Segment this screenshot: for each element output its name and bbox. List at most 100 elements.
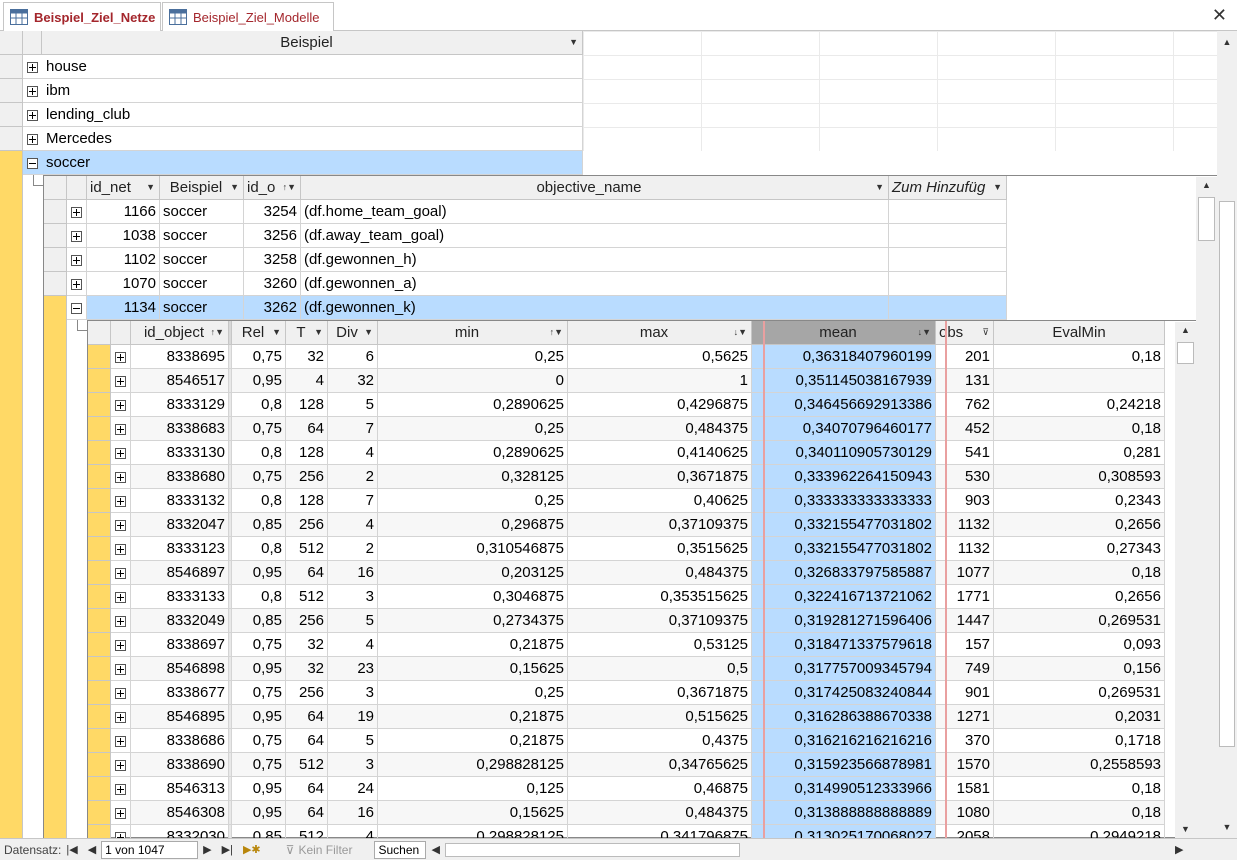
filter-status[interactable]: Kein Filter (298, 843, 352, 857)
sort-ascending-icon[interactable]: ↑▼ (283, 176, 296, 199)
column-header-rel[interactable]: Rel ▼ (232, 321, 286, 345)
dropdown-arrow-icon[interactable]: ▼ (272, 321, 281, 344)
expand-toggle[interactable] (111, 657, 131, 681)
column-header-evalmin[interactable]: EvalMin (994, 321, 1165, 345)
column-header-obs[interactable]: obs ⊽ (936, 321, 994, 345)
table-row[interactable]: 1102 soccer 3258 (df.gewonnen_h) (44, 248, 1007, 272)
expand-toggle[interactable] (111, 489, 131, 513)
expand-toggle[interactable] (111, 777, 131, 801)
record-selector[interactable] (44, 224, 67, 248)
table-row[interactable]: 8333129 0,8 128 5 0,2890625 0,4296875 0,346456… (88, 393, 1165, 417)
table-row[interactable]: house (0, 55, 583, 79)
expand-icon[interactable] (27, 61, 38, 73)
collapse-icon[interactable] (71, 302, 82, 314)
record-selector[interactable] (44, 248, 67, 272)
table-row[interactable]: 8546897 0,95 64 16 0,203125 0,484375 0,3268337… (88, 561, 1165, 585)
sort-icon[interactable]: ↑▼ (211, 321, 224, 344)
expand-toggle[interactable] (23, 79, 43, 103)
add-new-cell[interactable] (889, 296, 1007, 320)
dropdown-arrow-icon[interactable]: ▼ (314, 321, 323, 344)
expand-toggle[interactable] (111, 633, 131, 657)
record-selector[interactable] (44, 272, 67, 296)
table-row[interactable]: 8333123 0,8 512 2 0,310546875 0,3515625 0,3321… (88, 537, 1165, 561)
filter-icon[interactable]: ⊽ (982, 321, 989, 344)
column-header-max[interactable]: max ↓▼ (568, 321, 752, 345)
expand-icon[interactable] (27, 85, 38, 97)
expand-toggle[interactable] (111, 561, 131, 585)
table-row[interactable]: 8338680 0,75 256 2 0,328125 0,3671875 0,333962… (88, 465, 1165, 489)
table-row[interactable]: 8332049 0,85 256 5 0,2734375 0,37109375 0,3192… (88, 609, 1165, 633)
dropdown-arrow-icon[interactable]: ▼ (569, 31, 578, 54)
table-row[interactable]: 8546313 0,95 64 24 0,125 0,46875 0,31499051233… (88, 777, 1165, 801)
expand-toggle[interactable] (111, 465, 131, 489)
tab-beispiel-ziel-modelle[interactable]: Beispiel_Ziel_Modelle (162, 2, 334, 31)
record-selector[interactable] (88, 393, 111, 417)
table-row[interactable]: 8338697 0,75 32 4 0,21875 0,53125 0,3184713375… (88, 633, 1165, 657)
expand-toggle[interactable] (67, 272, 87, 296)
expand-icon[interactable] (115, 783, 126, 795)
expand-icon[interactable] (115, 519, 126, 531)
table-row[interactable]: Mercedes (0, 127, 583, 151)
table-row[interactable]: 8338677 0,75 256 3 0,25 0,3671875 0,3174250832… (88, 681, 1165, 705)
expand-toggle[interactable] (111, 705, 131, 729)
expand-icon[interactable] (115, 351, 126, 363)
expand-icon[interactable] (115, 735, 126, 747)
record-selector[interactable] (44, 200, 67, 224)
record-selector[interactable] (88, 729, 111, 753)
column-header-t[interactable]: T ▼ (286, 321, 328, 345)
expand-toggle[interactable] (111, 609, 131, 633)
column-header-div[interactable]: Div ▼ (328, 321, 378, 345)
column-header-mean[interactable]: mean ↓▼ (752, 321, 936, 345)
expand-icon[interactable] (115, 543, 126, 555)
sort-descending-icon[interactable]: ↓▼ (918, 321, 931, 344)
expand-toggle[interactable] (111, 585, 131, 609)
expand-icon[interactable] (115, 495, 126, 507)
expand-icon[interactable] (115, 591, 126, 603)
record-selector[interactable] (88, 561, 111, 585)
scroll-down-icon[interactable]: ▼ (1217, 819, 1237, 836)
first-record-icon[interactable]: |◀ (66, 843, 77, 856)
scroll-thumb[interactable] (1177, 342, 1194, 364)
record-selector[interactable] (88, 657, 111, 681)
record-selector[interactable] (88, 417, 111, 441)
column-header-add-new[interactable]: Zum Hinzufüg ▼ (889, 176, 1007, 200)
expand-toggle[interactable] (111, 345, 131, 369)
main-vertical-scrollbar[interactable]: ▲ ▼ (1217, 31, 1237, 838)
column-header-id-o[interactable]: id_o ↑▼ (244, 176, 301, 200)
scroll-thumb[interactable] (1219, 201, 1235, 747)
dropdown-arrow-icon[interactable]: ▼ (993, 176, 1002, 199)
record-selector-current[interactable] (0, 151, 23, 838)
table-row[interactable]: 8338683 0,75 64 7 0,25 0,484375 0,340707964601… (88, 417, 1165, 441)
dropdown-arrow-icon[interactable]: ▼ (146, 176, 155, 199)
expand-icon[interactable] (115, 663, 126, 675)
add-new-cell[interactable] (889, 248, 1007, 272)
expand-icon[interactable] (115, 711, 126, 723)
last-record-icon[interactable]: ▶| (222, 843, 233, 856)
dropdown-arrow-icon[interactable]: ▼ (230, 176, 239, 199)
add-new-cell[interactable] (889, 272, 1007, 296)
expand-icon[interactable] (115, 759, 126, 771)
add-new-cell[interactable] (889, 224, 1007, 248)
column-header-beispiel[interactable]: Beispiel ▼ (42, 31, 583, 55)
record-selector[interactable] (88, 753, 111, 777)
add-new-cell[interactable] (889, 200, 1007, 224)
horizontal-scroll-thumb[interactable] (444, 842, 740, 857)
record-selector[interactable] (88, 801, 111, 825)
expand-toggle[interactable] (111, 513, 131, 537)
new-record-icon[interactable]: ▶✱ (243, 843, 261, 856)
record-selector[interactable] (88, 633, 111, 657)
expand-icon[interactable] (115, 567, 126, 579)
expand-icon[interactable] (115, 639, 126, 651)
table-row[interactable]: 1166 soccer 3254 (df.home_team_goal) (44, 200, 1007, 224)
column-header-beispiel[interactable]: Beispiel ▼ (160, 176, 244, 200)
column-header-id-net[interactable]: id_net ▼ (87, 176, 160, 200)
expand-icon[interactable] (71, 278, 82, 290)
dropdown-arrow-icon[interactable]: ▼ (875, 176, 884, 199)
record-selector[interactable] (0, 103, 23, 127)
expand-icon[interactable] (115, 399, 126, 411)
record-selector[interactable] (88, 777, 111, 801)
expand-toggle[interactable] (67, 224, 87, 248)
search-input[interactable]: Suchen (374, 840, 427, 859)
column-header-objective-name[interactable]: objective_name ▼ (301, 176, 889, 200)
expand-toggle[interactable] (111, 417, 131, 441)
